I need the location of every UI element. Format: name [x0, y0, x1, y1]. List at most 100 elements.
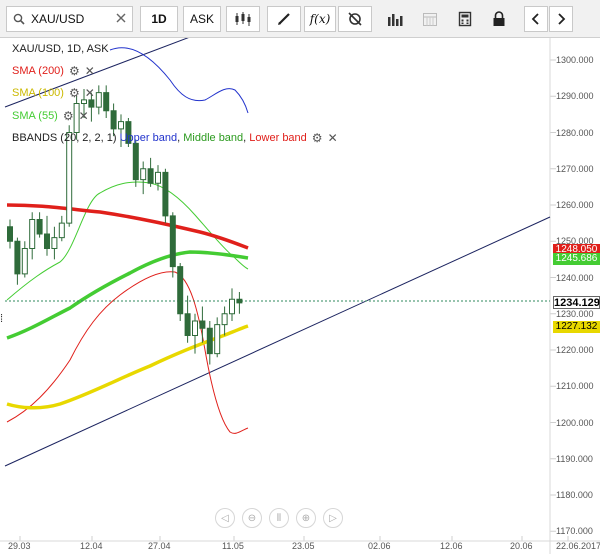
legend-sma-55[interactable]: SMA (55) ⚙ ✕	[12, 109, 89, 123]
legend-sma-100[interactable]: SMA (100) ⚙ ✕	[12, 86, 95, 100]
chart-area[interactable]: ⁞ XAU/USD, 1D, ASK SMA (200) ⚙ ✕ SMA (10…	[0, 38, 600, 554]
calculator-button[interactable]	[450, 6, 480, 32]
magnet-button[interactable]	[338, 6, 372, 32]
candle-body	[229, 298, 235, 315]
candle-body	[155, 171, 161, 184]
price-tick-label: 1180.000	[556, 490, 593, 500]
price-tick-label: 1260.000	[556, 200, 594, 210]
candle-body	[103, 92, 110, 112]
time-tick-label: 23.05	[292, 541, 315, 551]
legend-label: SMA (55)	[12, 110, 58, 122]
magnet-icon	[348, 12, 362, 26]
candle-body	[192, 320, 198, 336]
candle-body	[29, 219, 36, 249]
symbol-search-field[interactable]: XAU/USD	[6, 6, 133, 32]
interval-button[interactable]: 1D	[140, 6, 178, 32]
reset-zoom-button[interactable]: ⦀	[269, 508, 289, 528]
legend-label: SMA (200)	[12, 65, 64, 77]
price-tag-sma-100: 1227.132	[553, 321, 600, 333]
draw-tool-button[interactable]	[267, 6, 301, 32]
candle-body	[118, 121, 124, 130]
volume-button[interactable]	[380, 6, 410, 32]
close-icon[interactable]: ✕	[85, 86, 95, 100]
gear-icon[interactable]: ⚙	[63, 109, 74, 123]
time-tick-label: 12.06	[440, 541, 463, 551]
close-icon[interactable]: ✕	[85, 64, 95, 78]
close-icon[interactable]: ✕	[79, 109, 89, 123]
price-tick-label: 1300.000	[556, 55, 594, 65]
calculator-icon	[458, 11, 472, 27]
candle-body	[184, 313, 191, 336]
zoom-out-button[interactable]: ⊖	[242, 508, 262, 528]
candle-body	[206, 327, 213, 355]
price-tag-sma-55: 1245.686	[553, 253, 600, 265]
gear-icon[interactable]: ⚙	[312, 131, 323, 145]
zoom-in-button[interactable]: ⊕	[296, 508, 316, 528]
lock-icon	[493, 11, 505, 26]
candle-body	[81, 99, 87, 104]
candle-body	[132, 142, 139, 181]
indicators-button[interactable]: f(x)	[304, 6, 336, 32]
bar-chart-icon	[388, 14, 403, 26]
candle-body	[66, 132, 73, 224]
candle-body	[140, 168, 147, 181]
candle-body	[7, 226, 13, 242]
chart-navigation: ◁ ⊖ ⦀ ⊕ ▷	[215, 508, 343, 528]
zoom-out-icon: ⊖	[247, 512, 257, 524]
candle-body	[88, 99, 95, 108]
legend-sma-200[interactable]: SMA (200) ⚙ ✕	[12, 64, 95, 78]
candle-body	[110, 110, 117, 130]
scroll-right-button[interactable]	[549, 6, 573, 32]
lock-button[interactable]	[486, 6, 512, 32]
bbands-label: BBANDS (20, 2, 2, 1)	[12, 132, 117, 144]
pan-left-button[interactable]: ◁	[215, 508, 235, 528]
close-icon[interactable]: ✕	[328, 131, 338, 145]
price-tick-label: 1200.000	[556, 417, 594, 428]
time-tick-label: 02.06	[368, 541, 391, 551]
chevron-right-icon	[558, 13, 566, 25]
candle-body	[51, 237, 58, 249]
separator: ,	[177, 132, 181, 144]
bbands-lower-label: Lower band	[249, 132, 307, 144]
gear-icon[interactable]: ⚙	[69, 86, 80, 100]
candle-body	[169, 215, 176, 268]
candle-body	[199, 320, 206, 329]
legend-bbands[interactable]: BBANDS (20, 2, 2, 1) Upper band, Middle …	[12, 131, 338, 145]
candle	[162, 168, 169, 224]
price-tick-label: 1230.000	[556, 308, 594, 319]
clear-icon[interactable]	[115, 12, 127, 24]
time-tick-label: 29.03	[8, 541, 31, 551]
time-tick-label: 27.04	[148, 541, 171, 551]
candle-body	[14, 240, 21, 275]
price-tick-label: 1240.000	[556, 272, 594, 283]
triangle-right-icon: ▷	[329, 512, 337, 524]
price-tick-label: 1290.000	[556, 91, 594, 102]
candle-body	[21, 248, 28, 275]
price-chart[interactable]: ⁞	[0, 38, 600, 554]
gear-icon[interactable]: ⚙	[69, 64, 80, 78]
candle-body	[221, 313, 228, 326]
time-tick-label: 12.04	[80, 541, 103, 551]
price-tick-label: 1220.000	[556, 345, 594, 355]
candle-body	[177, 266, 184, 315]
price-type-button[interactable]: ASK	[183, 6, 221, 32]
time-tick-label: 20.06	[510, 541, 533, 551]
calendar-icon	[423, 13, 437, 26]
chart-type-button[interactable]	[226, 6, 260, 32]
scroll-left-button[interactable]	[524, 6, 548, 32]
candle-body	[162, 171, 169, 217]
candle-body	[147, 168, 154, 184]
price-tick-label: 1170.000	[556, 526, 593, 537]
legend-label: SMA (100)	[12, 87, 64, 99]
candle-body	[36, 219, 43, 235]
zoom-in-icon: ⊕	[301, 512, 311, 524]
calendar-button[interactable]	[415, 6, 445, 32]
candle	[132, 139, 139, 187]
symbol-value: XAU/USD	[31, 12, 85, 26]
bbands-upper-label: Upper band	[119, 132, 178, 144]
separator: ,	[243, 132, 247, 144]
pan-right-button[interactable]: ▷	[323, 508, 343, 528]
bbands-middle-label: Middle band	[183, 132, 244, 144]
candle-body	[58, 222, 65, 239]
time-tick-label: 22.06.2017	[556, 541, 600, 551]
